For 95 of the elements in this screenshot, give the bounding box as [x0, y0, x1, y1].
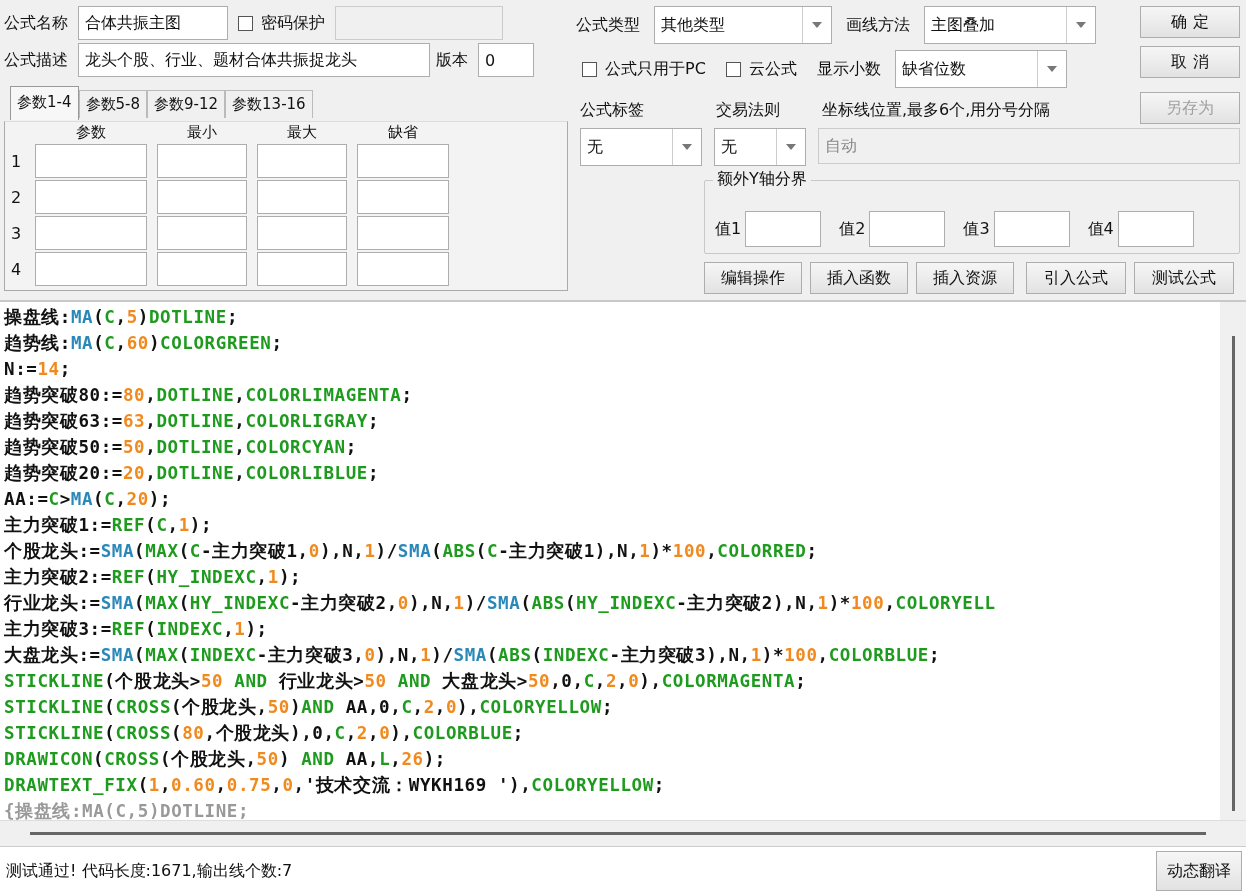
code-line: STICKLINE(个股龙头>50 AND 行业龙头>50 AND 大盘龙头>50,0,C,2,0),COLORMAGENTA; [4, 670, 808, 693]
field-label: 值1 [715, 218, 742, 240]
field-label: 交易法则 [716, 100, 781, 121]
dropdown[interactable]: 无 [714, 128, 806, 166]
caret-icon [1076, 22, 1086, 28]
tab[interactable]: 参数5-8 [78, 90, 147, 118]
code-line: 趋势突破20:=20,DOTLINE,COLORLIBLUE; [4, 462, 381, 485]
vertical-scrollbar[interactable] [1220, 302, 1246, 820]
field-label: 值3 [963, 218, 990, 240]
param-input[interactable] [257, 252, 347, 286]
tab[interactable]: 参数13-16 [225, 90, 313, 118]
param-input[interactable] [35, 180, 147, 214]
value-input[interactable] [745, 211, 822, 247]
dropdown[interactable]: 无 [580, 128, 702, 166]
name-input[interactable]: 合体共振主图 [78, 6, 228, 40]
action-button[interactable]: 编辑操作 [704, 262, 802, 294]
checkbox-label: 公式只用于PC [605, 58, 706, 80]
caret-icon [1046, 66, 1057, 72]
param-input[interactable] [157, 144, 247, 178]
code-line: 主力突破2:=REF(HY_INDEXC,1); [4, 566, 303, 589]
code-line: DRAWTEXT_FIX(1,0.60,0.75,0,'技术交流：WYKH169 '),COLORYELLOW; [4, 774, 666, 797]
caret-icon [812, 22, 822, 28]
action-button[interactable]: 引入公式 [1026, 262, 1126, 294]
code-line: STICKLINE(CROSS(个股龙头,50)AND AA,0,C,2,0),COLORYELLOW; [4, 696, 615, 719]
param-input[interactable] [157, 216, 247, 250]
caret-icon [786, 144, 796, 150]
group-title: 额外Y轴分界 [713, 169, 811, 190]
field-label: 公式类型 [576, 14, 640, 36]
field-label: 画线方法 [846, 14, 910, 36]
checkbox-label: 云公式 [748, 58, 797, 80]
code-line: 趋势突破50:=50,DOTLINE,COLORCYAN; [4, 436, 358, 459]
dialog-button[interactable]: 确 定 [1140, 6, 1240, 38]
code-line: 大盘龙头:=SMA(MAX(INDEXC-主力突破3,0),N,1)/SMA(ABS(INDEXC-主力突破3),N,1)*100,COLORBLUE; [4, 644, 942, 667]
column-header: 最小 [186, 122, 218, 142]
row-number: 3 [11, 223, 23, 243]
param-input[interactable] [157, 180, 247, 214]
code-line: 趋势线:MA(C,60)COLORGREEN; [4, 332, 284, 355]
field-label: 公式描述 [4, 49, 68, 71]
param-input[interactable] [357, 216, 449, 250]
param-input[interactable] [35, 144, 147, 178]
action-button[interactable]: 测试公式 [1134, 262, 1234, 294]
column-header: 最大 [286, 122, 318, 142]
action-button[interactable]: 插入资源 [916, 262, 1014, 294]
field-label: 公式名称 [4, 12, 68, 34]
code-line: 操盘线:MA(C,5)DOTLINE; [4, 306, 239, 329]
checkbox-label: 密码保护 [261, 12, 325, 34]
tab[interactable]: 参数1-4 [10, 86, 79, 120]
dropdown[interactable]: 缺省位数 [894, 50, 1067, 88]
param-input[interactable] [357, 144, 449, 178]
code-line: 行业龙头:=SMA(MAX(HY_INDEXC-主力突破2,0),N,1)/SMA(ABS(HY_INDEXC-主力突破2),N,1)*100,COLORYELL [4, 592, 997, 615]
checkbox[interactable] [238, 15, 253, 31]
code-line: N:=14; [4, 358, 72, 381]
row-number: 2 [11, 187, 23, 207]
param-input[interactable] [35, 252, 147, 286]
translate-button[interactable]: 动态翻译 [1156, 851, 1242, 891]
dialog-button[interactable]: 取 消 [1140, 46, 1240, 78]
dropdown[interactable]: 主图叠加 [924, 6, 1096, 44]
code-line: DRAWICON(CROSS(个股龙头,50) AND AA,L,26); [4, 748, 447, 771]
checkbox[interactable] [582, 61, 597, 77]
code-line: 趋势突破63:=63,DOTLINE,COLORLIGRAY; [4, 410, 381, 433]
checkbox[interactable] [725, 61, 741, 77]
param-input[interactable] [357, 180, 449, 214]
param-input[interactable] [35, 216, 147, 250]
param-input[interactable] [257, 216, 347, 250]
field-label: 版本 [436, 49, 468, 71]
row-number: 1 [11, 151, 23, 171]
field-label: 坐标线位置,最多6个,用分号分隔 [822, 100, 1051, 121]
param-input[interactable] [257, 144, 347, 178]
row-number: 4 [11, 259, 23, 279]
value-input[interactable] [1117, 211, 1194, 247]
field-label: 值4 [1087, 218, 1114, 240]
value-input[interactable] [869, 211, 946, 247]
version-input[interactable]: 0 [478, 43, 534, 77]
field-label: 显示小数 [816, 58, 881, 80]
column-header: 参数 [75, 122, 107, 142]
field-label: 值2 [839, 218, 866, 240]
status-message: 测试通过! 代码长度:1671,输出线个数:7 [6, 860, 293, 882]
caret-icon [682, 144, 692, 150]
dropdown[interactable]: 其他类型 [654, 6, 832, 44]
code-line: 趋势突破80:=80,DOTLINE,COLORLIMAGENTA; [4, 384, 414, 407]
value-input[interactable] [993, 211, 1070, 247]
description-input[interactable]: 龙头个股、行业、题材合体共振捉龙头 [78, 43, 430, 77]
param-input[interactable] [257, 180, 347, 214]
code-line: 主力突破3:=REF(INDEXC,1); [4, 618, 269, 641]
field-label: 公式标签 [580, 100, 645, 121]
action-button[interactable]: 插入函数 [810, 262, 908, 294]
code-line: AA:=C>MA(C,20); [4, 488, 173, 511]
param-input[interactable] [357, 252, 449, 286]
column-header: 缺省 [387, 122, 419, 142]
code-line: 个股龙头:=SMA(MAX(C-主力突破1,0),N,1)/SMA(ABS(C-主力突破1),N,1)*100,COLORRED; [4, 540, 819, 563]
code-line: 主力突破1:=REF(C,1); [4, 514, 214, 537]
code-line: STICKLINE(CROSS(80,个股龙头),0,C,2,0),COLORBLUE; [4, 722, 525, 745]
tab[interactable]: 参数9-12 [147, 90, 226, 118]
param-input[interactable] [157, 252, 247, 286]
code-line: {操盘线:MA(C,5)DOTLINE; [4, 800, 251, 820]
